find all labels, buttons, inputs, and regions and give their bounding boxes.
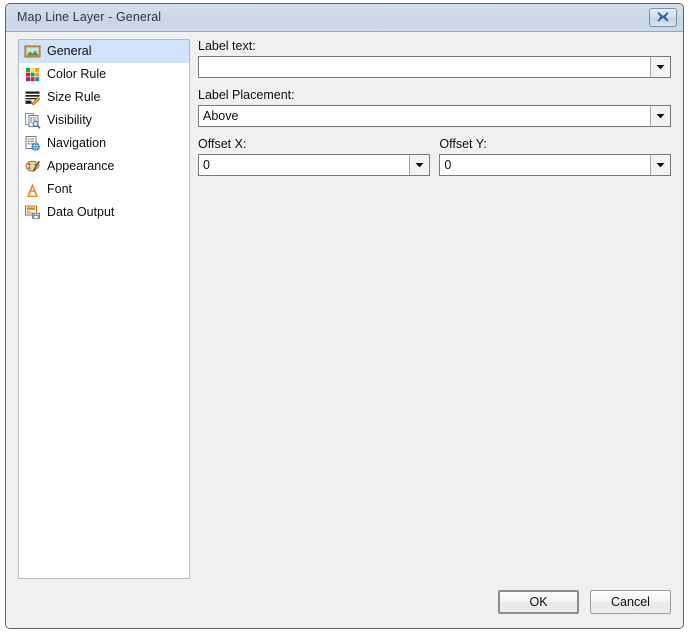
sidebar-item-label: Data Output (47, 205, 115, 220)
sidebar-item-label: Size Rule (47, 90, 101, 105)
offset-x-input[interactable]: 0 (199, 158, 409, 172)
dialog-window: Map Line Layer - General General Color R… (5, 3, 684, 629)
ok-button[interactable]: OK (498, 590, 579, 614)
font-a-icon (24, 181, 41, 198)
sidebar-item-label: General (47, 44, 92, 59)
general-settings-panel: Label text: Label Placement: Above Offse… (198, 39, 671, 176)
sidebar-item-size-rule[interactable]: Size Rule (19, 86, 189, 109)
dialog-footer: OK Cancel (498, 590, 671, 614)
label-text-combo[interactable] (198, 56, 671, 78)
offset-x-combo[interactable]: 0 (198, 154, 430, 176)
offset-x-label: Offset X: (198, 137, 247, 151)
data-output-icon (24, 204, 41, 221)
settings-nav-list[interactable]: General Color Rule Size Rule Visibility … (18, 39, 190, 579)
sidebar-item-label: Font (47, 182, 73, 197)
offset-y-combo[interactable]: 0 (439, 154, 671, 176)
palette-icon (24, 158, 41, 175)
sidebar-item-color-rule[interactable]: Color Rule (19, 63, 189, 86)
sidebar-item-label: Navigation (47, 136, 107, 151)
sidebar-item-font[interactable]: Font (19, 178, 189, 201)
chevron-down-icon[interactable] (650, 155, 670, 175)
chevron-down-icon[interactable] (408, 155, 429, 175)
chevron-down-icon[interactable] (650, 57, 670, 77)
sidebar-item-navigation[interactable]: Navigation (19, 132, 189, 155)
document-globe-icon (24, 135, 41, 152)
sidebar-item-label: Color Rule (47, 67, 107, 82)
picture-icon (24, 43, 41, 60)
dialog-content: General Color Rule Size Rule Visibility … (6, 32, 683, 628)
offset-y-group: Offset Y: 0 (439, 137, 671, 176)
sidebar-item-label: Appearance (47, 159, 115, 174)
label-placement-combo[interactable]: Above (198, 105, 671, 127)
offset-y-label: Offset Y: (439, 137, 487, 151)
sidebar-item-visibility[interactable]: Visibility (19, 109, 189, 132)
close-icon[interactable] (649, 8, 677, 27)
color-grid-icon (24, 66, 41, 83)
sidebar-item-label: Visibility (47, 113, 92, 128)
offset-x-group: Offset X: 0 (198, 137, 430, 176)
chevron-down-icon[interactable] (650, 106, 670, 126)
label-placement-value[interactable]: Above (199, 109, 650, 123)
label-placement-label: Label Placement: (198, 88, 295, 102)
sidebar-item-appearance[interactable]: Appearance (19, 155, 189, 178)
sidebar-item-general[interactable]: General (19, 40, 189, 63)
size-pencil-icon (24, 89, 41, 106)
sidebar-item-data-output[interactable]: Data Output (19, 201, 189, 224)
document-search-icon (24, 112, 41, 129)
title-bar: Map Line Layer - General (6, 4, 683, 32)
window-title: Map Line Layer - General (17, 10, 162, 24)
offset-y-input[interactable]: 0 (440, 158, 650, 172)
cancel-button[interactable]: Cancel (590, 590, 671, 614)
label-text-label: Label text: (198, 39, 256, 53)
